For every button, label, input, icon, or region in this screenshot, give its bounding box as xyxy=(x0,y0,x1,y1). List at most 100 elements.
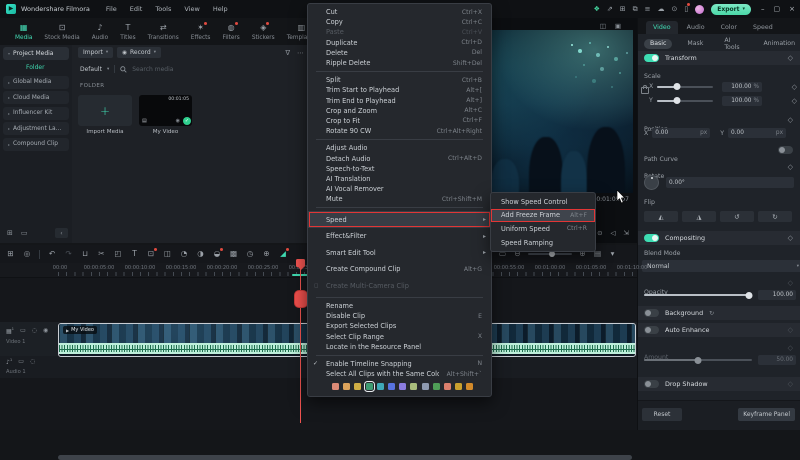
tab-audio[interactable]: Audio xyxy=(680,21,712,34)
group-icon[interactable]: ◫ xyxy=(163,248,172,260)
color-swatch[interactable] xyxy=(410,383,418,391)
subtab-mask[interactable]: Mask xyxy=(681,39,709,49)
menu-item-adjust-audio[interactable]: Adjust Audio xyxy=(308,143,491,153)
auto-enhance-toggle[interactable] xyxy=(644,326,659,334)
color-swatch[interactable] xyxy=(343,383,351,391)
menu-edit[interactable]: Edit xyxy=(130,5,143,13)
menu-file[interactable]: File xyxy=(106,5,117,13)
menu-item-speed[interactable]: Speed ▸ xyxy=(308,211,491,228)
color-swatch[interactable] xyxy=(387,383,395,391)
scale-x-input[interactable]: 100.00% xyxy=(722,81,762,92)
background-toggle[interactable] xyxy=(644,309,659,317)
submenu-item-uniform-speed[interactable]: Uniform Speed Ctrl+R xyxy=(491,222,595,236)
menu-item-mute[interactable]: Mute Ctrl+Shift+M xyxy=(308,194,491,204)
crop-icon[interactable]: ◰ xyxy=(114,248,123,260)
redo-icon[interactable]: ↷ xyxy=(64,248,73,260)
sidebar-item-adjustment-la[interactable]: ▸ Adjustment La... xyxy=(3,122,69,135)
menu-item-create-compound-clip[interactable]: Create Compound Clip Alt+G xyxy=(308,261,491,278)
submenu-item-speed-ramping[interactable]: Speed Ramping xyxy=(491,236,595,250)
rotate-cw-button[interactable]: ↻ xyxy=(758,211,792,222)
fullscreen-icon[interactable]: ⇲ xyxy=(624,229,629,237)
tab-transitions[interactable]: ⇄ Transitions xyxy=(143,23,184,41)
new-folder-icon[interactable]: ⊞ xyxy=(7,229,13,237)
edit-tools-icon[interactable]: ◎ xyxy=(23,248,32,260)
menu-item-smart-edit-tool[interactable]: Smart Edit Tool ▸ xyxy=(308,244,491,261)
keyframe-icon[interactable]: ◇ xyxy=(788,116,793,124)
snapshot-icon[interactable]: ⊙ xyxy=(597,229,602,237)
tab-stickers[interactable]: ◈ Stickers xyxy=(247,21,280,41)
amount-input[interactable]: 50.00 xyxy=(758,355,796,365)
color-swatch[interactable] xyxy=(332,383,339,391)
tab-stock-media[interactable]: ⊡ Stock Media xyxy=(39,23,84,41)
position-y-input[interactable]: 0.00 px xyxy=(728,128,787,138)
media-thumbnail-my-video[interactable]: 00:01:05 ▤ ◉ ✓ xyxy=(139,95,192,126)
keyframe-icon[interactable]: ◇ xyxy=(792,97,797,105)
track-mute-icon[interactable]: ◌ xyxy=(30,358,35,365)
pip-icon[interactable]: ⊡ xyxy=(147,248,157,260)
subtab-basic[interactable]: Basic xyxy=(644,38,673,49)
more-options-icon[interactable]: ⋯ xyxy=(297,49,304,57)
menu-item-speech-to-text[interactable]: Speech-to-Text xyxy=(308,164,491,174)
keyframe-panel-button[interactable]: Keyframe Panel xyxy=(738,408,795,421)
speed-ramp-icon[interactable]: ◢ xyxy=(279,248,289,260)
share-icon[interactable]: ⇗ xyxy=(607,4,613,14)
delete-icon[interactable]: ⊔ xyxy=(81,248,90,260)
color-swatch[interactable] xyxy=(432,383,440,391)
scale-x-slider[interactable] xyxy=(657,83,713,90)
voiceover-icon[interactable]: ⊙ xyxy=(672,4,678,14)
position-x-input[interactable]: 0.00 px xyxy=(652,128,711,138)
color-swatch[interactable] xyxy=(399,383,407,391)
video-track-icon[interactable]: ▦1 xyxy=(6,326,14,335)
menu-item-trim-end-to-playhead[interactable]: Trim End to Playhead Alt+] xyxy=(308,96,491,106)
color-swatch[interactable] xyxy=(466,383,474,391)
flip-vertical-button[interactable]: ◮ xyxy=(682,211,716,222)
layout-icon[interactable]: ◫ xyxy=(600,22,606,30)
device-icon[interactable]: ⧉ xyxy=(633,4,638,14)
track-folder-icon[interactable]: ▭ xyxy=(18,358,24,365)
menu-help[interactable]: Help xyxy=(213,5,228,13)
playhead-handle[interactable] xyxy=(296,259,305,270)
menu-item-crop-and-zoom[interactable]: Crop and Zoom Alt+C xyxy=(308,106,491,116)
search-input[interactable]: Search media xyxy=(132,66,173,73)
opacity-slider[interactable] xyxy=(644,291,753,299)
keyframe-icon[interactable]: ◇ xyxy=(788,326,793,334)
close-button[interactable]: × xyxy=(789,5,795,13)
split-icon[interactable]: ✂ xyxy=(97,248,106,260)
menu-item-ai-translation[interactable]: AI Translation xyxy=(308,174,491,184)
track-visibility-icon[interactable]: ◉ xyxy=(43,327,48,334)
compositing-toggle[interactable] xyxy=(644,234,659,242)
menu-item-crop-to-fit[interactable]: Crop to Fit Ctrl+F xyxy=(308,116,491,126)
horizontal-scrollbar[interactable] xyxy=(58,455,632,460)
text-icon[interactable]: T xyxy=(130,248,139,260)
caret-down-icon[interactable]: ▾ xyxy=(608,248,617,260)
flip-horizontal-button[interactable]: ◭ xyxy=(644,211,678,222)
phone-icon[interactable]: ▯ xyxy=(684,3,691,14)
menu-item-split[interactable]: Split Ctrl+B xyxy=(308,75,491,85)
rotate-input[interactable]: 0.00° xyxy=(666,177,794,188)
menu-item-ai-vocal-remover[interactable]: AI Vocal Remover xyxy=(308,184,491,194)
path-curve-toggle[interactable] xyxy=(778,146,793,154)
transform-toggle[interactable] xyxy=(644,54,659,62)
notes-icon[interactable]: ≡ xyxy=(645,4,651,14)
menu-item-rotate-90-cw[interactable]: Rotate 90 CW Ctrl+Alt+Right xyxy=(308,126,491,136)
tab-filters[interactable]: ◍ Filters xyxy=(217,21,244,41)
subtab-animation[interactable]: Animation xyxy=(757,39,800,49)
import-button[interactable]: Import ▾ xyxy=(78,47,114,58)
menu-item-trim-start-to-playhead[interactable]: Trim Start to Playhead Alt+[ xyxy=(308,85,491,95)
submenu-item-add-freeze-frame[interactable]: Add Freeze Frame Alt+F xyxy=(491,208,595,223)
undo-icon[interactable]: ↶ xyxy=(48,248,57,260)
tab-effects[interactable]: ✶ Effects xyxy=(186,21,216,41)
scale-y-slider[interactable] xyxy=(657,97,713,104)
menu-item-effect-filter[interactable]: Effect&Filter ▸ xyxy=(308,228,491,245)
tab-titles[interactable]: T Titles xyxy=(115,23,140,41)
timer-icon[interactable]: ◷ xyxy=(246,248,255,260)
menu-item-rename[interactable]: Rename xyxy=(308,301,491,311)
toolbox-icon[interactable]: ⊞ xyxy=(6,248,15,260)
color-swatch[interactable] xyxy=(354,383,362,391)
speed-icon[interactable]: ◔ xyxy=(180,248,189,260)
scale-y-input[interactable]: 100.00% xyxy=(722,95,762,106)
motion-track-icon[interactable]: ⊕ xyxy=(262,248,271,260)
menu-item-enable-timeline-snapping[interactable]: ✓ Enable Timeline Snapping N xyxy=(308,359,491,369)
gift-icon[interactable]: ❖ xyxy=(594,4,600,14)
menu-item-cut[interactable]: Cut Ctrl+X xyxy=(308,7,491,17)
